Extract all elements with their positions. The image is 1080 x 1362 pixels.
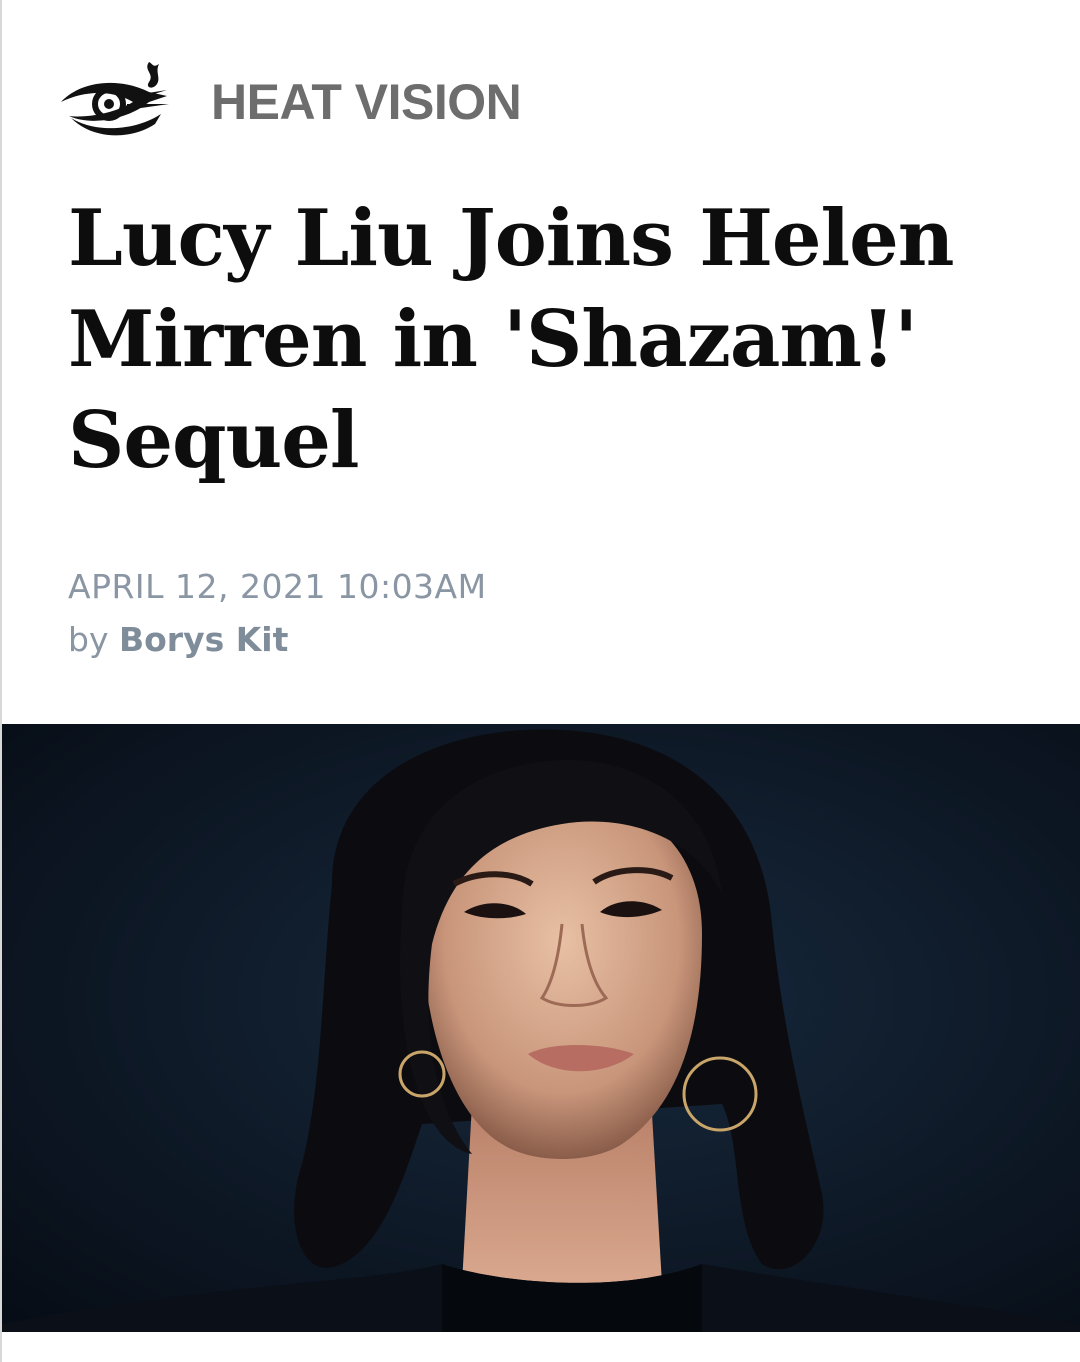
heat-vision-eye-icon — [61, 62, 169, 136]
portrait-photo — [2, 724, 1080, 1332]
hero-image — [2, 724, 1080, 1332]
byline: by Borys Kit — [68, 620, 288, 659]
article-page: HEAT VISION Lucy Liu Joins Helen Mirren … — [0, 0, 1080, 1362]
publish-date: APRIL 12, 2021 10:03AM — [68, 567, 487, 606]
author-link[interactable]: Borys Kit — [119, 620, 288, 659]
byline-prefix: by — [68, 620, 109, 659]
section-header[interactable]: HEAT VISION — [57, 50, 522, 150]
section-label: HEAT VISION — [211, 74, 522, 130]
article-headline: Lucy Liu Joins Helen Mirren in 'Shazam!'… — [68, 193, 955, 486]
